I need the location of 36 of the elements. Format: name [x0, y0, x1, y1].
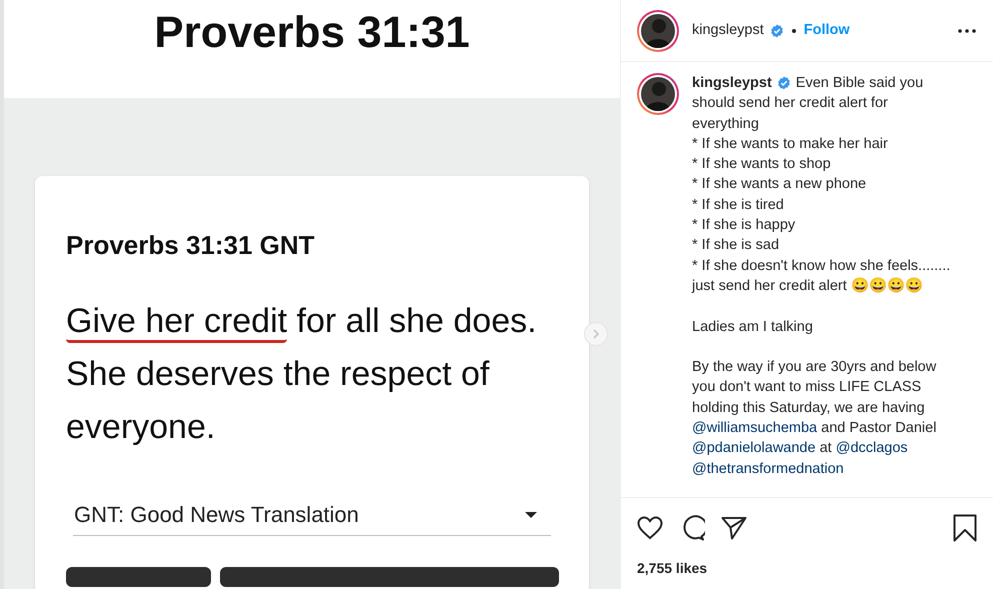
separator-dot-icon	[792, 28, 796, 32]
more-options-icon[interactable]	[958, 28, 976, 32]
avatar[interactable]	[636, 72, 680, 116]
share-icon[interactable]	[721, 516, 747, 540]
mention-link[interactable]: @pdanielolawande	[692, 438, 816, 459]
caption-text: By the way if you are 30yrs and below	[692, 358, 936, 378]
caption-text: holding this Saturday, we are having	[692, 398, 925, 418]
mention-link[interactable]: @dcclagos	[836, 438, 908, 459]
mention-link[interactable]: @williamsuchemba	[692, 418, 818, 438]
caption-text: * If she is sad	[692, 236, 780, 256]
image-heading: Proverbs 31:31	[154, 7, 470, 59]
caption-text: * If she wants to make her hair	[692, 134, 888, 154]
caption-text: * If she wants a new phone	[692, 175, 866, 194]
caption-text: everything	[692, 114, 759, 134]
caption-text: * If she is tired	[692, 196, 784, 215]
caption-text: * If she wants to shop	[692, 155, 831, 174]
caption-text: and Pastor Daniel	[820, 419, 936, 438]
caption-text: Even Bible said you	[796, 74, 924, 93]
likes-count[interactable]: 2,755 likes	[637, 558, 977, 579]
caption-text: Ladies am I talking	[692, 318, 813, 337]
username[interactable]: kingsleypst	[692, 20, 764, 42]
caption-username[interactable]: kingsleypst	[692, 73, 772, 94]
chevron-right-icon	[592, 329, 600, 339]
caption-text: * If she is happy	[692, 216, 796, 236]
avatar[interactable]	[636, 8, 680, 52]
heart-icon[interactable]	[637, 516, 663, 540]
bookmark-icon[interactable]	[953, 514, 977, 542]
caption-text: should send her credit alert for	[692, 94, 888, 114]
caption-text: you don't want to miss LIFE CLASS	[692, 378, 922, 398]
caption-text: at	[818, 439, 833, 458]
caption-text: just send her credit alert 😀😀😀😀	[692, 276, 923, 296]
mention-link[interactable]: @thetransformednation	[692, 458, 844, 479]
verse-title: Proverbs 31:31 GNT	[66, 229, 316, 262]
verse-text: Give her credit for all she does. She deserves the respect of everyone.	[66, 301, 538, 448]
caption-text: * If she doesn't know how she feels........	[692, 256, 950, 276]
dropdown-caret-icon	[525, 512, 537, 518]
